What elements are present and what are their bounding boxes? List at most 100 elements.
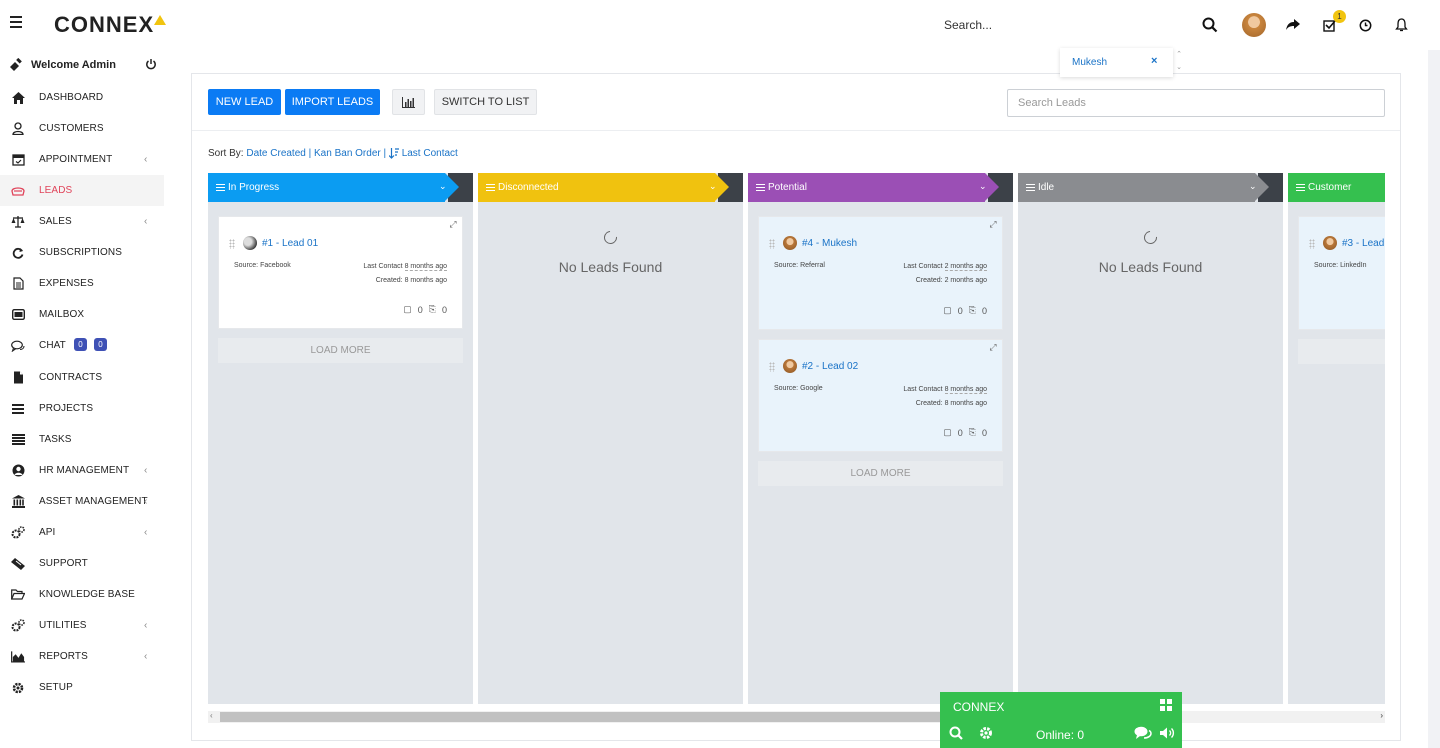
leads-icon bbox=[11, 184, 25, 198]
top-bar: CONNEX Search... 1 bbox=[0, 0, 1440, 50]
avatar bbox=[783, 236, 797, 250]
home-icon bbox=[11, 91, 25, 105]
sidebar-item-mailbox[interactable]: MAILBOX bbox=[0, 299, 164, 330]
divider bbox=[192, 130, 1400, 131]
column-header[interactable]: Disconnected ⌄ bbox=[478, 173, 743, 202]
sidebar-item-utilities[interactable]: UTILITIES ‹ bbox=[0, 610, 164, 641]
lead-title[interactable]: #3 - Lead bbox=[1342, 238, 1384, 249]
sort-kanban-order-link[interactable]: Kan Ban Order bbox=[314, 148, 381, 159]
sidebar-item-customers[interactable]: CUSTOMERS bbox=[0, 113, 164, 144]
popup-scrollbar[interactable]: ⌃ ⌄ bbox=[1173, 48, 1185, 77]
drag-handle-icon[interactable] bbox=[769, 362, 775, 372]
sidebar-item-projects[interactable]: PROJECTS bbox=[0, 393, 164, 424]
user-avatar[interactable] bbox=[1242, 13, 1266, 37]
sidebar-item-contracts[interactable]: CONTRACTS bbox=[0, 362, 164, 393]
search-icon[interactable] bbox=[949, 726, 963, 740]
sidebar-item-reports[interactable]: REPORTS ‹ bbox=[0, 641, 164, 672]
sidebar-item-knowledge-base[interactable]: KNOWLEDGE BASE bbox=[0, 579, 164, 610]
grid-icon[interactable] bbox=[1160, 699, 1172, 711]
bar-chart-icon bbox=[402, 96, 415, 108]
lead-title[interactable]: #4 - Mukesh bbox=[802, 238, 857, 249]
scroll-right-icon[interactable]: › bbox=[1380, 711, 1383, 720]
volume-icon[interactable] bbox=[1159, 726, 1175, 740]
chevron-down-icon[interactable]: ⌄ bbox=[709, 181, 717, 192]
sidebar-item-asset-management[interactable]: ASSET MANAGEMENT ‹ bbox=[0, 486, 164, 517]
kanban-horizontal-scrollbar[interactable]: ‹ › bbox=[208, 711, 1385, 723]
chevron-down-icon[interactable]: ⌄ bbox=[439, 181, 447, 192]
sidebar-item-dashboard[interactable]: DASHBOARD bbox=[0, 82, 164, 113]
menu-toggle-icon[interactable] bbox=[10, 16, 22, 28]
sidebar-item-chat[interactable]: CHAT 0 0 bbox=[0, 330, 164, 361]
sort-last-contact-link[interactable]: Last Contact bbox=[402, 148, 458, 159]
sidebar-item-subscriptions[interactable]: SUBSCRIPTIONS bbox=[0, 237, 164, 268]
sidebar-item-leads[interactable]: LEADS bbox=[0, 175, 164, 206]
load-more-button[interactable] bbox=[1298, 339, 1385, 364]
sort-date-created-link[interactable]: Date Created bbox=[246, 148, 305, 159]
lead-counts: ▢ 0 ⎘ 0 bbox=[403, 304, 447, 315]
notes-count: 0 bbox=[957, 305, 963, 316]
popup-user-name[interactable]: Mukesh bbox=[1072, 57, 1107, 68]
chevron-left-icon: ‹ bbox=[144, 527, 148, 538]
power-icon[interactable] bbox=[145, 58, 157, 70]
new-lead-button[interactable]: NEW LEAD bbox=[208, 89, 281, 115]
search-leads-input[interactable]: Search Leads bbox=[1007, 89, 1385, 117]
close-icon[interactable]: × bbox=[1151, 55, 1157, 67]
kanban-column-potential: Potential ⌄ #4 - Mukesh Source: Referral… bbox=[748, 173, 1013, 704]
chevron-down-icon[interactable]: ⌄ bbox=[1176, 64, 1182, 71]
sidebar-item-expenses[interactable]: EXPENSES bbox=[0, 268, 164, 299]
chart-button[interactable] bbox=[392, 89, 425, 115]
lead-card[interactable]: #2 - Lead 02 Source: Google Last Contact… bbox=[758, 339, 1003, 452]
sidebar-item-setup[interactable]: SETUP bbox=[0, 672, 164, 703]
sidebar-item-support[interactable]: SUPPORT bbox=[0, 548, 164, 579]
kanban-column-idle: Idle ⌄ No Leads Found bbox=[1018, 173, 1283, 704]
lead-title[interactable]: #2 - Lead 02 bbox=[802, 361, 858, 372]
lead-card[interactable]: #4 - Mukesh Source: Referral Last Contac… bbox=[758, 216, 1003, 330]
drag-handle-icon[interactable] bbox=[769, 239, 775, 249]
expand-icon[interactable]: ⤢ bbox=[447, 219, 459, 231]
chevron-down-icon[interactable]: ⌄ bbox=[1249, 181, 1257, 192]
sidebar-item-tasks[interactable]: TASKS bbox=[0, 424, 164, 455]
global-search-input[interactable]: Search... bbox=[944, 18, 992, 32]
column-header[interactable]: In Progress ⌄ bbox=[208, 173, 473, 202]
kanban-column-in-progress: In Progress ⌄ #1 - Lead 01 Source: Faceb… bbox=[208, 173, 473, 704]
column-title: In Progress bbox=[228, 182, 280, 193]
empty-state: No Leads Found bbox=[478, 228, 743, 275]
timer-icon[interactable] bbox=[1356, 16, 1374, 34]
drag-handle-icon[interactable] bbox=[229, 239, 235, 249]
attachments-count: 0 bbox=[981, 427, 987, 438]
lead-meta: Last Contact 8 months ago Created: 8 mon… bbox=[903, 386, 987, 407]
column-header[interactable]: Potential ⌄ bbox=[748, 173, 1013, 202]
import-leads-button[interactable]: IMPORT LEADS bbox=[285, 89, 380, 115]
load-more-button[interactable]: LOAD MORE bbox=[218, 338, 463, 363]
scrollbar-thumb[interactable] bbox=[220, 712, 965, 722]
gear-icon[interactable] bbox=[979, 726, 993, 740]
chevron-up-icon[interactable]: ⌃ bbox=[1176, 51, 1182, 58]
online-count: Online: 0 bbox=[1036, 728, 1085, 742]
bell-icon[interactable] bbox=[1392, 16, 1410, 34]
drag-handle-icon[interactable] bbox=[1309, 239, 1315, 249]
lead-card[interactable]: #3 - Lead Source: LinkedIn bbox=[1298, 216, 1385, 330]
lead-title[interactable]: #1 - Lead 01 bbox=[262, 238, 318, 249]
scroll-left-icon[interactable]: ‹ bbox=[210, 711, 213, 720]
column-header[interactable]: Customer bbox=[1288, 173, 1385, 202]
column-title: Disconnected bbox=[498, 182, 559, 193]
comments-icon[interactable] bbox=[1134, 726, 1152, 740]
chevron-down-icon[interactable]: ⌄ bbox=[979, 181, 987, 192]
welcome-row: Welcome Admin bbox=[0, 50, 164, 80]
load-more-button[interactable]: LOAD MORE bbox=[758, 461, 1003, 486]
sidebar-item-hr-management[interactable]: HR MANAGEMENT ‹ bbox=[0, 455, 164, 486]
sidebar-item-api[interactable]: API ‹ bbox=[0, 517, 164, 548]
search-icon[interactable] bbox=[1201, 16, 1219, 34]
expand-icon[interactable]: ⤢ bbox=[987, 219, 999, 231]
share-icon[interactable] bbox=[1284, 16, 1302, 34]
chat-user-popup: Mukesh × bbox=[1060, 48, 1173, 77]
column-header[interactable]: Idle ⌄ bbox=[1018, 173, 1283, 202]
empty-state: No Leads Found bbox=[1018, 228, 1283, 275]
expand-icon[interactable]: ⤢ bbox=[987, 342, 999, 354]
switch-to-list-button[interactable]: SWITCH TO LIST bbox=[434, 89, 537, 115]
welcome-text: Welcome Admin bbox=[31, 59, 116, 71]
app-logo[interactable]: CONNEX bbox=[54, 12, 167, 38]
sidebar-item-sales[interactable]: SALES ‹ bbox=[0, 206, 164, 237]
lead-card[interactable]: #1 - Lead 01 Source: Facebook Last Conta… bbox=[218, 216, 463, 329]
sidebar-item-appointment[interactable]: APPOINTMENT ‹ bbox=[0, 144, 164, 175]
